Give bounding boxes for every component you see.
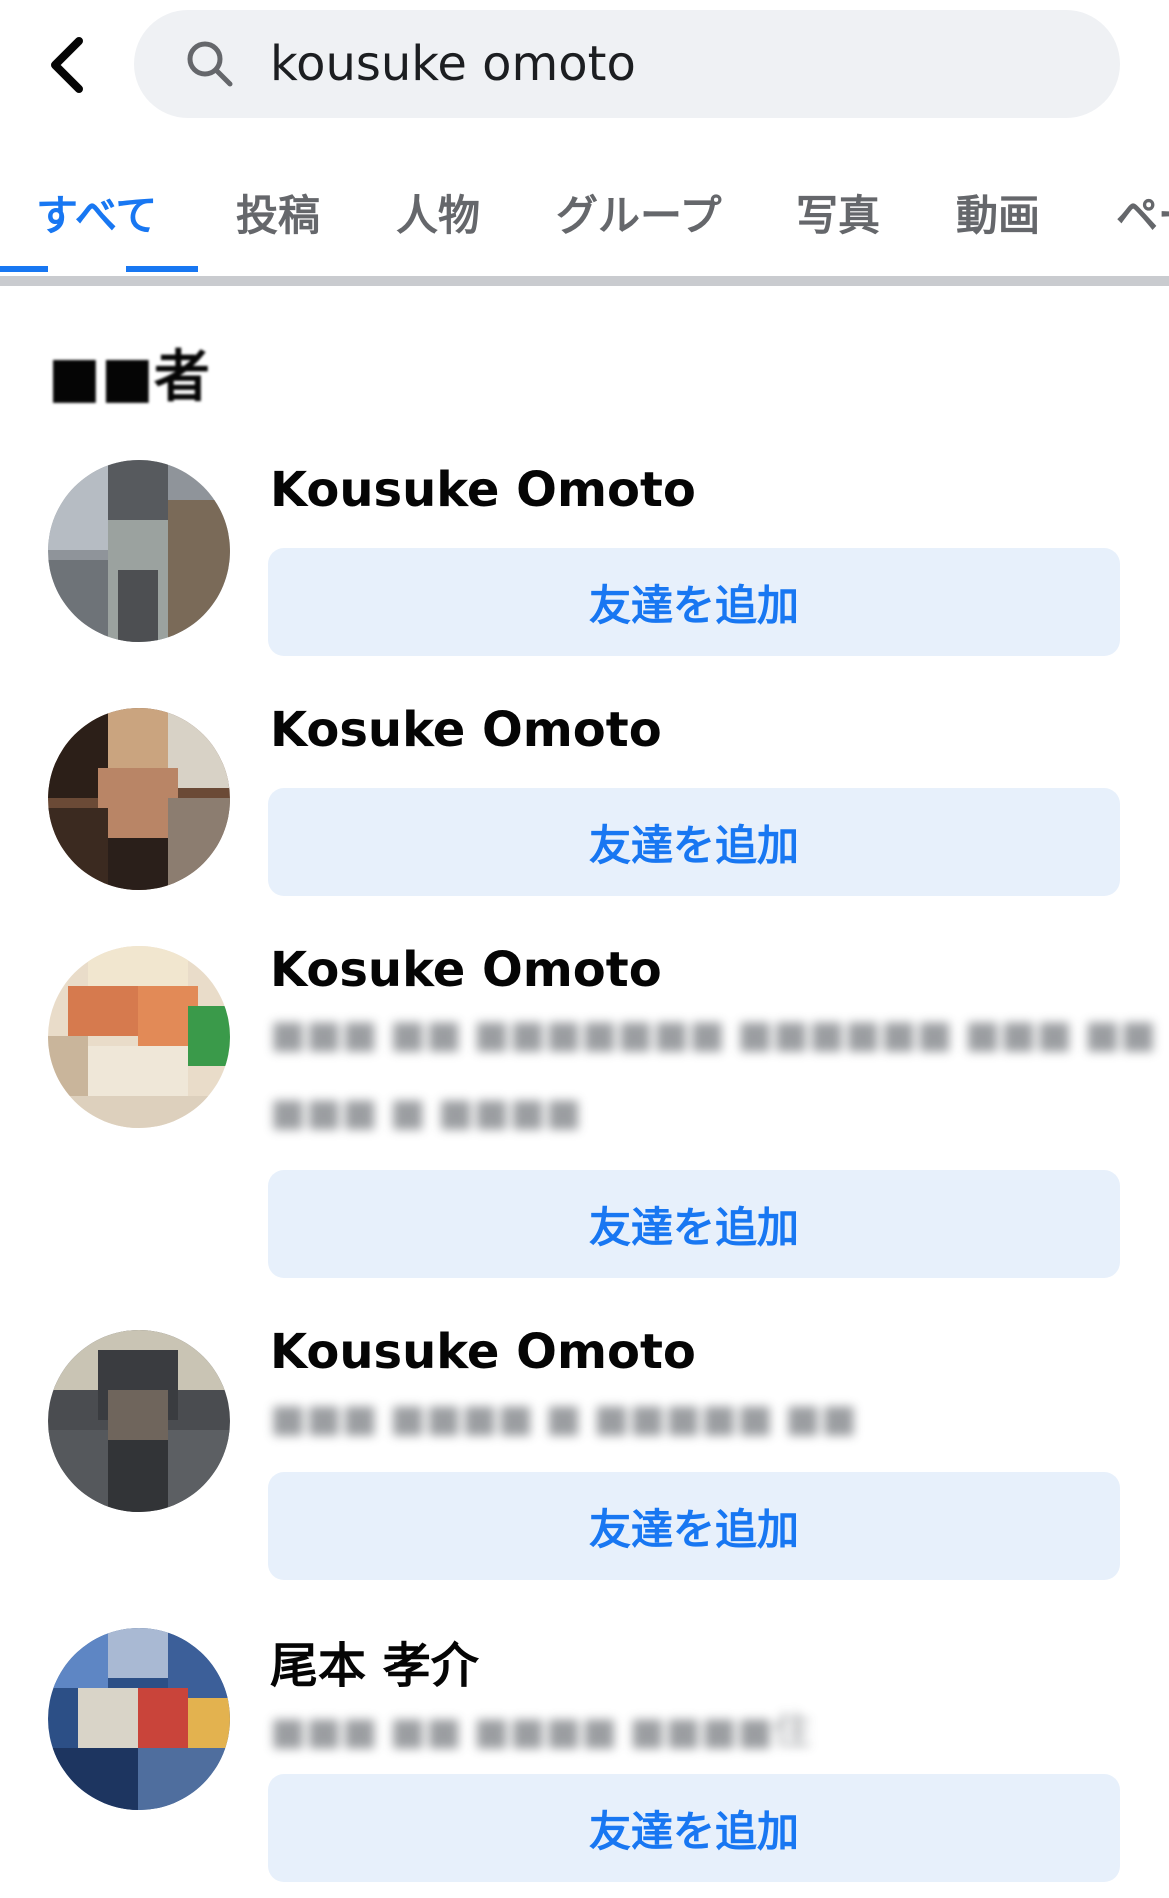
avatar[interactable] — [48, 1628, 230, 1810]
chevron-left-icon — [51, 37, 83, 93]
tab-photos[interactable]: 写真 — [796, 182, 880, 243]
top-bar — [0, 0, 1169, 130]
back-button[interactable] — [42, 30, 92, 100]
add-friend-button[interactable]: 友達を追加 — [268, 788, 1120, 896]
avatar[interactable] — [48, 460, 230, 642]
search-box[interactable] — [134, 10, 1120, 118]
person-subtitle: ■■■ ■■ ■■■■ ■■■■住 — [270, 1709, 811, 1753]
tab-videos[interactable]: 動画 — [956, 182, 1040, 243]
person-subtitle: ■■■ ■■ ■■■■■■■ ■■■■■■ ■■■ ■■ — [270, 1012, 1157, 1056]
person-name[interactable]: Kosuke Omoto — [270, 942, 662, 998]
tab-people[interactable]: 人物 — [396, 182, 480, 243]
tab-all[interactable]: すべて — [36, 182, 157, 243]
person-name[interactable]: Kousuke Omoto — [270, 1324, 696, 1380]
filter-tabs: すべて 投稿 人物 グループ 写真 動画 ペー — [0, 160, 1169, 285]
section-title: ■■者 — [48, 345, 210, 410]
add-friend-button[interactable]: 友達を追加 — [268, 1774, 1120, 1882]
search-icon — [187, 41, 233, 87]
avatar[interactable] — [48, 708, 230, 890]
tabs-divider — [0, 276, 1169, 286]
person-subtitle: ■■■ ■■■■ ■ ■■■■■ ■■ — [270, 1396, 857, 1440]
add-friend-button[interactable]: 友達を追加 — [268, 1472, 1120, 1580]
tab-pages[interactable]: ペー — [1116, 182, 1169, 243]
tab-groups[interactable]: グループ — [556, 182, 721, 243]
tab-posts[interactable]: 投稿 — [236, 182, 320, 243]
search-input[interactable] — [270, 28, 1070, 100]
active-tab-indicator — [0, 266, 48, 272]
add-friend-button[interactable]: 友達を追加 — [268, 548, 1120, 656]
person-name[interactable]: 尾本 孝介 — [270, 1626, 479, 1696]
person-name[interactable]: Kosuke Omoto — [270, 702, 662, 758]
active-tab-indicator — [126, 266, 198, 272]
add-friend-button[interactable]: 友達を追加 — [268, 1170, 1120, 1278]
person-name[interactable]: Kousuke Omoto — [270, 462, 696, 518]
avatar[interactable] — [48, 1330, 230, 1512]
avatar[interactable] — [48, 946, 230, 1128]
person-subtitle: ■■■ ■ ■■■■ — [270, 1090, 582, 1134]
